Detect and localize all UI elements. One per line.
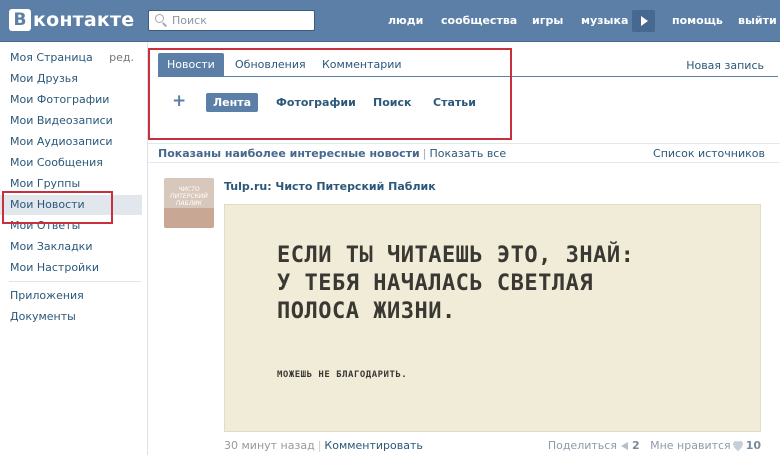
sidebar-item-videos[interactable]: Мои Видеозаписи bbox=[0, 111, 142, 131]
sidebar-item-bookmarks[interactable]: Мои Закладки bbox=[0, 237, 142, 257]
poster-line: У ТЕБЯ НАЧАЛАСЬ СВЕТЛАЯ bbox=[277, 271, 594, 296]
avatar[interactable]: ЧИСТО ПИТЕРСКИЙ ПАБЛИК bbox=[164, 178, 214, 228]
heart-icon bbox=[732, 441, 744, 452]
share-link[interactable]: Поделиться bbox=[548, 439, 617, 452]
news-info-bar: Показаны наиболее интересные новости | Пок… bbox=[148, 143, 780, 163]
sidebar-item-messages[interactable]: Мои Сообщения bbox=[0, 153, 142, 173]
footer-separator: | bbox=[317, 439, 322, 452]
sidebar-divider bbox=[9, 281, 141, 282]
new-post-link[interactable]: Новая запись bbox=[686, 59, 764, 72]
show-all-link[interactable]: Показать все bbox=[429, 147, 506, 160]
post-image[interactable]: ЕСЛИ ТЫ ЧИТАЕШЬ ЭТО, ЗНАЙ: У ТЕБЯ НАЧАЛА… bbox=[224, 204, 761, 432]
poster-caption: МОЖЕШЬ НЕ БЛАГОДАРИТЬ. bbox=[277, 370, 408, 380]
sidebar-item-friends[interactable]: Мои Друзья bbox=[0, 69, 142, 89]
news-highlight-box bbox=[2, 191, 113, 224]
play-icon[interactable] bbox=[632, 10, 655, 32]
sidebar-item-label: Моя Страница bbox=[10, 51, 93, 64]
like-link[interactable]: Мне нравится bbox=[650, 439, 731, 452]
sidebar-item-audio[interactable]: Мои Аудиозаписи bbox=[0, 132, 142, 152]
edit-link[interactable]: ред. bbox=[109, 48, 134, 68]
comment-link[interactable]: Комментировать bbox=[324, 439, 422, 452]
post-footer: 30 минут назад | Комментировать Поделиться… bbox=[224, 439, 761, 455]
nav-games[interactable]: игры bbox=[532, 14, 563, 27]
share-count: 2 bbox=[631, 439, 640, 452]
shown-label: Показаны наиболее интересные новости bbox=[158, 147, 420, 160]
nav-communities[interactable]: сообщества bbox=[441, 14, 517, 27]
poster-line: ПОЛОСА ЖИЗНИ. bbox=[277, 299, 456, 324]
top-nav: люди сообщества игры музыка помощь выйти bbox=[0, 14, 780, 30]
share-icon bbox=[619, 441, 630, 450]
tabs-highlight-box bbox=[148, 48, 512, 140]
post-actions: Поделиться 2 Мне нравится 10 bbox=[548, 439, 761, 452]
info-separator: | bbox=[422, 147, 427, 160]
post-author-link[interactable]: Tulp.ru: Чисто Питерский Паблик bbox=[224, 180, 436, 193]
poster-line: ЕСЛИ ТЫ ЧИТАЕШЬ ЭТО, ЗНАЙ: bbox=[277, 243, 635, 268]
nav-help[interactable]: помощь bbox=[672, 14, 723, 27]
nav-people[interactable]: люди bbox=[388, 14, 423, 27]
sidebar-item-my-page[interactable]: Моя Страница ред. bbox=[0, 48, 142, 68]
sidebar-item-settings[interactable]: Мои Настройки bbox=[0, 258, 142, 278]
news-info-text: Показаны наиболее интересные новости | Пок… bbox=[158, 147, 506, 160]
sources-list-link[interactable]: Список источников bbox=[653, 147, 765, 160]
sidebar-item-apps[interactable]: Приложения bbox=[0, 286, 142, 306]
nav-music[interactable]: музыка bbox=[581, 14, 628, 27]
like-count: 10 bbox=[745, 439, 761, 452]
top-bar: В контакте люди сообщества игры музыка п… bbox=[0, 0, 780, 42]
sidebar-item-photos[interactable]: Мои Фотографии bbox=[0, 90, 142, 110]
avatar-text: ЧИСТО ПИТЕРСКИЙ ПАБЛИК bbox=[170, 186, 208, 207]
sidebar-item-documents[interactable]: Документы bbox=[0, 307, 142, 327]
nav-logout[interactable]: выйти bbox=[738, 14, 777, 27]
post-time[interactable]: 30 минут назад bbox=[224, 439, 315, 452]
